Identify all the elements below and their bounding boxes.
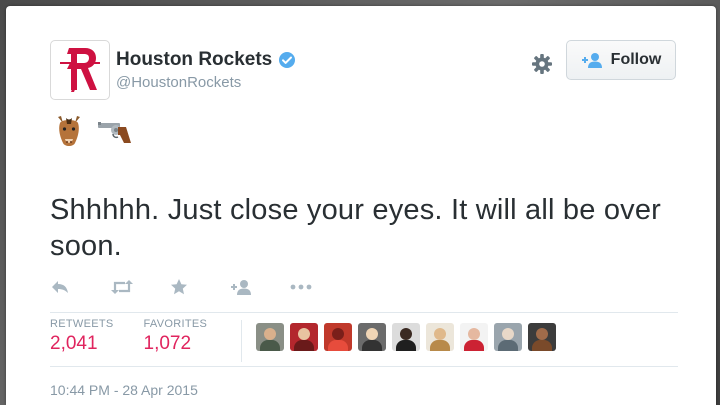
favorites-label: FAVORITES xyxy=(143,318,208,330)
avatar-body xyxy=(294,340,315,351)
account-handle[interactable]: @HoustonRockets xyxy=(116,74,241,91)
favoriters-avatars xyxy=(256,323,557,351)
rockets-logo-icon xyxy=(60,48,100,92)
favoriter-avatar-1[interactable] xyxy=(256,323,285,351)
avatar-body xyxy=(260,340,281,351)
favorites-stat[interactable]: FAVORITES 1,072 xyxy=(144,318,208,355)
tweet-timestamp[interactable]: 10:44 PM - 28 Apr 2015 xyxy=(50,382,198,398)
favoriter-avatar-9[interactable] xyxy=(528,323,557,351)
divider xyxy=(50,312,678,313)
favoriter-avatar-7[interactable] xyxy=(460,323,489,351)
retweets-stat[interactable]: RETWEETS 2,041 xyxy=(50,318,114,355)
divider xyxy=(50,366,678,367)
account-name[interactable]: Houston Rockets xyxy=(116,49,272,71)
pistol-icon xyxy=(98,122,131,143)
favoriter-avatar-5[interactable] xyxy=(392,323,421,351)
retweet-icon xyxy=(111,280,133,294)
retweets-label: RETWEETS xyxy=(50,318,114,330)
avatar-body xyxy=(464,340,485,351)
favoriter-avatar-6[interactable] xyxy=(426,323,455,351)
avatar-body xyxy=(498,340,519,351)
favoriter-avatar-4[interactable] xyxy=(358,323,387,351)
verified-badge-icon xyxy=(279,52,296,68)
emoji-row xyxy=(54,114,136,150)
avatar-body xyxy=(362,340,383,351)
retweet-button[interactable] xyxy=(110,274,170,300)
horse-face-icon xyxy=(58,116,80,146)
add-user-icon xyxy=(231,280,251,295)
avatar-head xyxy=(400,328,413,340)
tweet-actions xyxy=(50,274,350,300)
follow-button[interactable]: Follow xyxy=(566,40,676,80)
tweet-text: Shhhhh. Just close your eyes. It will al… xyxy=(50,194,662,262)
follow-user-action[interactable] xyxy=(230,274,290,300)
avatar-head xyxy=(468,328,481,340)
avatar-head xyxy=(332,328,345,340)
avatar[interactable] xyxy=(50,40,110,100)
favorite-button[interactable] xyxy=(170,274,230,300)
favoriter-avatar-3[interactable] xyxy=(324,323,353,351)
more-icon xyxy=(290,284,312,290)
more-button[interactable] xyxy=(290,274,350,300)
gear-icon[interactable] xyxy=(529,51,555,77)
avatar-body xyxy=(396,340,417,351)
star-icon xyxy=(171,279,187,295)
avatar-head xyxy=(264,328,277,340)
avatar-body xyxy=(532,340,553,351)
reply-button[interactable] xyxy=(50,274,110,300)
favorites-count: 1,072 xyxy=(143,333,192,354)
stats-separator xyxy=(241,320,243,362)
avatar-body xyxy=(328,340,349,351)
follow-button-label: Follow xyxy=(610,51,662,68)
avatar-head xyxy=(502,328,515,340)
avatar-head xyxy=(298,328,311,340)
favoriter-avatar-8[interactable] xyxy=(494,323,523,351)
tweet-stats: RETWEETS 2,041 FAVORITES 1,072 xyxy=(50,318,557,364)
avatar-head xyxy=(434,328,447,340)
follow-user-icon xyxy=(581,53,602,68)
favoriter-avatar-2[interactable] xyxy=(290,323,319,351)
tweet-card: Houston Rockets @HoustonRockets Follow S… xyxy=(6,6,716,405)
avatar-body xyxy=(430,340,451,351)
avatar-head xyxy=(366,328,379,340)
retweets-count: 2,041 xyxy=(50,333,98,354)
reply-icon xyxy=(52,281,68,293)
avatar-head xyxy=(536,328,549,340)
account-name-row: Houston Rockets xyxy=(116,49,296,71)
